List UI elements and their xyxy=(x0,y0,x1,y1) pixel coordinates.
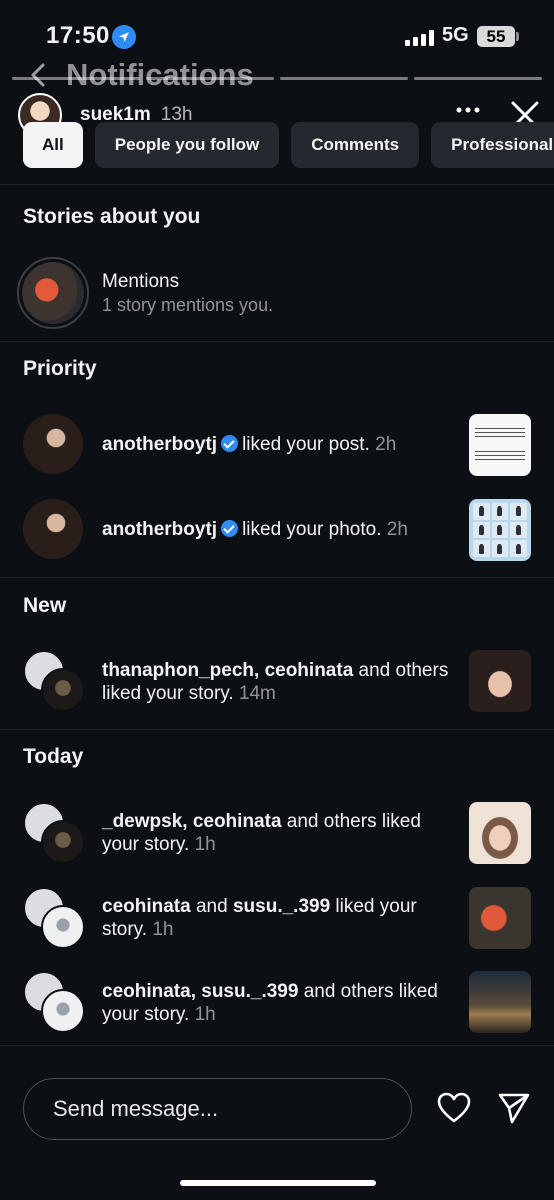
usernames-2: susu._.399 xyxy=(232,896,331,917)
story-thumbnail[interactable] xyxy=(469,887,531,949)
photo-thumbnail[interactable] xyxy=(469,499,531,561)
section-today: Today xyxy=(23,745,84,768)
story-thumbnail[interactable] xyxy=(469,971,531,1033)
filter-chips: All People you follow Comments Professio… xyxy=(23,122,554,168)
section-priority: Priority xyxy=(23,357,97,380)
avatar xyxy=(17,257,89,329)
notification-text: thanaphon_pech, ceohinata and others lik… xyxy=(102,659,452,705)
location-arrow-icon xyxy=(112,25,136,49)
cellular-signal-icon xyxy=(405,30,434,46)
action: liked your photo. xyxy=(242,519,382,540)
timestamp: 2h xyxy=(386,519,408,540)
verified-badge-icon xyxy=(221,435,239,452)
mentions-subtitle: 1 story mentions you. xyxy=(102,295,274,315)
page-title: Notifications xyxy=(66,57,254,92)
send-message-placeholder: Send message... xyxy=(53,1096,219,1121)
usernames: _dewpsk, ceohinata xyxy=(102,811,282,832)
verified-badge-icon xyxy=(221,520,239,537)
usernames: ceohinata xyxy=(102,896,191,917)
connector: and xyxy=(190,896,233,917)
filter-comments[interactable]: Comments xyxy=(291,122,420,168)
divider xyxy=(0,729,554,730)
section-new: New xyxy=(23,594,67,617)
status-time: 17:50 xyxy=(46,22,110,49)
list-item[interactable]: ceohinata, susu._.399 and others liked y… xyxy=(0,971,554,1033)
story-thumbnail[interactable] xyxy=(469,650,531,712)
filter-professional[interactable]: Professional xyxy=(431,122,554,168)
battery-tip xyxy=(516,32,519,41)
notification-text: ceohinata, susu._.399 and others liked y… xyxy=(102,980,452,1026)
send-icon[interactable] xyxy=(497,1091,531,1125)
avatar xyxy=(23,499,83,559)
battery-level: 55 xyxy=(486,26,506,46)
timestamp: 14m xyxy=(238,683,276,704)
filter-people-you-follow[interactable]: People you follow xyxy=(94,122,280,168)
divider xyxy=(0,341,554,342)
timestamp: 1h xyxy=(194,834,216,855)
notification-text: ceohinata and susu._.399 liked your stor… xyxy=(102,895,452,941)
list-item-mentions[interactable]: Mentions 1 story mentions you. xyxy=(0,257,554,329)
battery-icon: 55 xyxy=(477,26,515,47)
list-item[interactable]: ceohinata and susu._.399 liked your stor… xyxy=(0,887,554,949)
notification-text: anotherboytj liked your photo. 2h xyxy=(102,518,462,541)
avatar xyxy=(23,414,83,474)
filter-all[interactable]: All xyxy=(23,122,83,168)
timestamp: 2h xyxy=(375,434,397,455)
avatar-group xyxy=(23,887,85,949)
send-message-input[interactable]: Send message... xyxy=(23,1078,412,1140)
avatar-group xyxy=(23,971,85,1033)
section-stories-about-you: Stories about you xyxy=(23,205,201,228)
network-type: 5G xyxy=(442,24,469,46)
list-item[interactable]: _dewpsk, ceohinata and others liked your… xyxy=(0,802,554,864)
timestamp: 1h xyxy=(152,919,174,940)
post-thumbnail[interactable] xyxy=(469,414,531,476)
usernames: thanaphon_pech, ceohinata xyxy=(102,660,354,681)
divider xyxy=(0,1045,554,1046)
action: liked your post. xyxy=(242,434,370,455)
mentions-title: Mentions xyxy=(102,271,180,292)
avatar-group xyxy=(23,802,85,864)
back-chevron-icon[interactable] xyxy=(26,62,52,88)
more-options-icon[interactable] xyxy=(456,105,480,115)
notification-text: _dewpsk, ceohinata and others liked your… xyxy=(102,810,452,856)
list-item[interactable]: anotherboytj liked your photo. 2h xyxy=(0,499,554,561)
home-indicator[interactable] xyxy=(180,1180,376,1186)
timestamp: 1h xyxy=(194,1004,216,1025)
avatar-group xyxy=(23,650,85,712)
list-item[interactable]: anotherboytj liked your post. 2h xyxy=(0,414,554,476)
divider xyxy=(0,184,554,185)
username: anotherboytj xyxy=(102,519,218,540)
list-item[interactable]: thanaphon_pech, ceohinata and others lik… xyxy=(0,650,554,712)
divider xyxy=(0,577,554,578)
notification-text: anotherboytj liked your post. 2h xyxy=(102,433,462,456)
usernames: ceohinata, susu._.399 xyxy=(102,981,299,1002)
username: anotherboytj xyxy=(102,434,218,455)
story-thumbnail[interactable] xyxy=(469,802,531,864)
heart-icon[interactable] xyxy=(437,1092,471,1124)
